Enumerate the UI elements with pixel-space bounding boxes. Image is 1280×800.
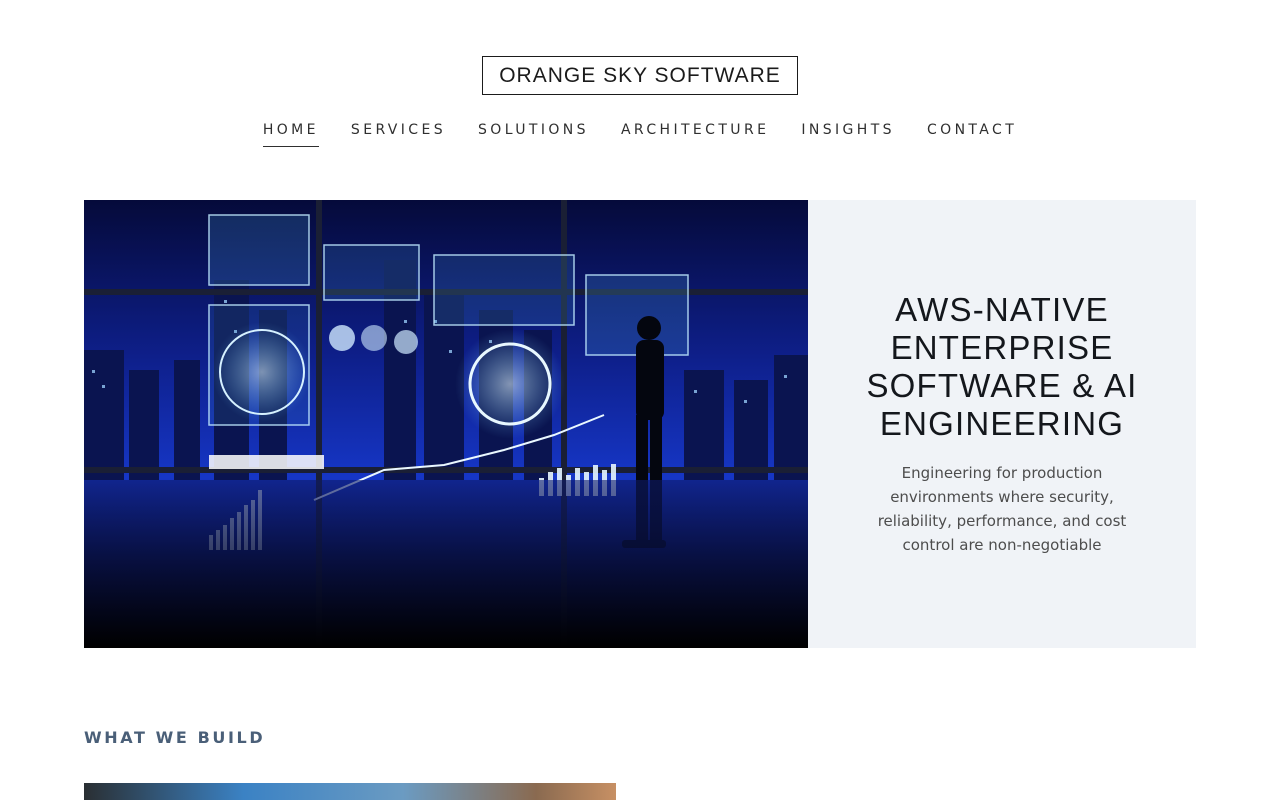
build-card-illustration	[84, 783, 616, 800]
hero-image	[84, 200, 808, 648]
nav-item-contact[interactable]: CONTACT	[927, 122, 1017, 147]
hero-section: AWS-NATIVE ENTERPRISE SOFTWARE & AI ENGI…	[84, 200, 1196, 648]
nav-item-solutions[interactable]: SOLUTIONS	[478, 122, 589, 147]
hero-title: AWS-NATIVE ENTERPRISE SOFTWARE & AI ENGI…	[866, 291, 1138, 442]
build-card-image	[84, 783, 616, 800]
main-nav: HOME SERVICES SOLUTIONS ARCHITECTURE INS…	[0, 122, 1280, 147]
section-heading-what-we-build: WHAT WE BUILD	[84, 728, 266, 747]
nav-item-insights[interactable]: INSIGHTS	[801, 122, 895, 147]
nav-item-architecture[interactable]: ARCHITECTURE	[621, 122, 769, 147]
brand-logo-link[interactable]: ORANGE SKY SOFTWARE	[482, 56, 798, 95]
nav-item-home[interactable]: HOME	[262, 122, 319, 147]
hero-subtitle: Engineering for production environments …	[877, 464, 1127, 554]
brand-container: ORANGE SKY SOFTWARE	[0, 56, 1280, 95]
hero-illustration	[84, 200, 808, 648]
hero-text-panel: AWS-NATIVE ENTERPRISE SOFTWARE & AI ENGI…	[808, 200, 1196, 648]
nav-item-services[interactable]: SERVICES	[351, 122, 446, 147]
